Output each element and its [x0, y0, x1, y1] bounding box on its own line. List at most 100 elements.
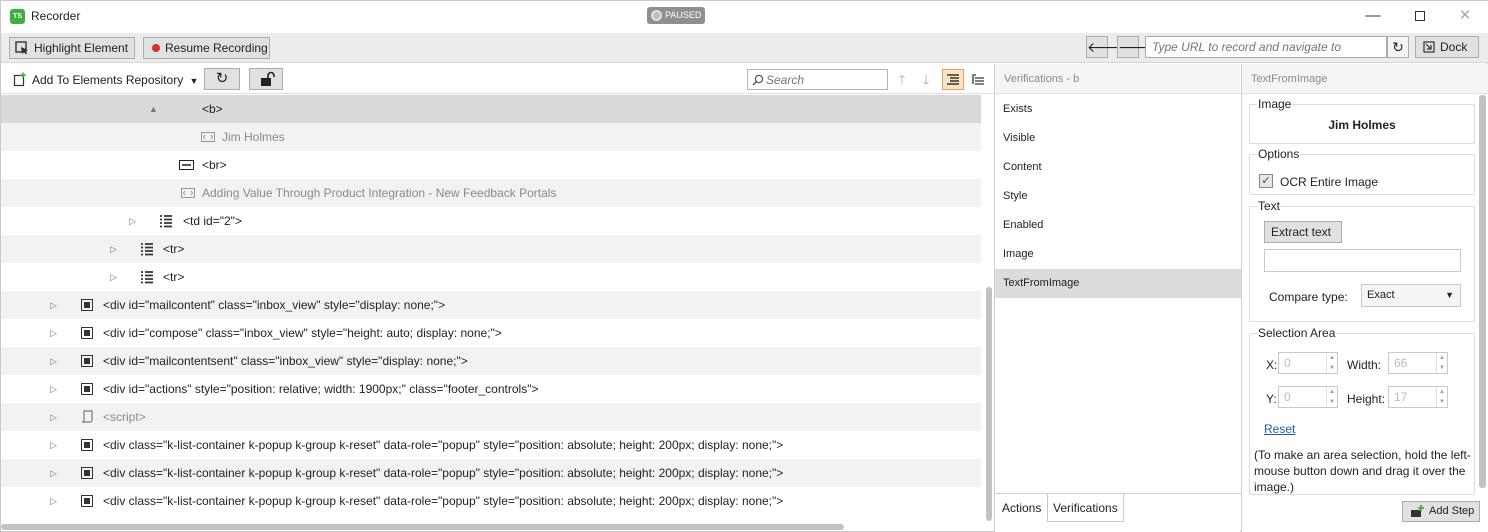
tree-row[interactable]: ▷ <div id="mailcontent" class="inbox_vie… [1, 291, 981, 319]
minimize-icon[interactable]: — [1350, 1, 1396, 31]
verification-exists[interactable]: Exists [995, 95, 1241, 124]
x-spinner-icon[interactable]: ▲ ▼ [1326, 353, 1337, 373]
tab-actions[interactable]: Actions [997, 494, 1046, 522]
app-logo: TS [10, 9, 25, 24]
tree-row[interactable]: ▷ <div class="k-list-container k-popup k… [1, 487, 981, 515]
resume-recording-button[interactable]: Resume Recording [143, 37, 270, 59]
paused-indicator-icon [651, 10, 662, 21]
refresh-tree-button[interactable]: ↻ [204, 68, 240, 90]
tree-vertical-scrollbar[interactable] [986, 287, 992, 521]
url-input[interactable] [1146, 37, 1386, 57]
verification-content[interactable]: Content [995, 153, 1241, 182]
compare-type-label: Compare type: [1269, 290, 1348, 304]
tree-row[interactable]: ▷ <td id="2"> [1, 207, 981, 235]
extract-text-button[interactable]: Extract text [1264, 221, 1342, 243]
expand-icon[interactable]: ▷ [50, 431, 57, 459]
recorder-window: TS Recorder — ✕ Highlight Element Resume… [0, 0, 1488, 532]
expand-icon[interactable]: ▷ [50, 459, 57, 487]
tree-row[interactable]: ▷ <div class="k-list-container k-popup k… [1, 459, 981, 487]
compare-type-select[interactable]: Exact ▼ [1361, 284, 1461, 307]
height-input[interactable]: 17 ▲ ▼ [1388, 386, 1448, 408]
x-label: X: [1266, 358, 1278, 372]
tree-row[interactable]: ▷ <tr> [1, 235, 981, 263]
highlight-cursor-icon [15, 41, 28, 55]
tree-view-toggle[interactable] [942, 69, 964, 90]
tree-horizontal-scrollbar[interactable] [1, 524, 844, 530]
add-step-button[interactable]: Add Step [1402, 501, 1480, 522]
arrow-down-icon: 🡓 [922, 72, 930, 87]
close-icon[interactable]: ✕ [1442, 1, 1488, 31]
tree-row[interactable]: <br> [1, 151, 981, 179]
tab-verifications[interactable]: Verifications [1047, 494, 1124, 522]
search-icon [752, 74, 764, 86]
search-next-button[interactable]: 🡓 [917, 70, 935, 90]
tree-row[interactable]: ▷ <div id="compose" class="inbox_view" s… [1, 319, 981, 347]
add-to-repository-button[interactable]: Add To Elements Repository ▼ [13, 70, 198, 90]
table-row-icon [141, 243, 153, 256]
collapse-icon[interactable]: ▲ [149, 95, 158, 123]
dock-button[interactable]: Dock [1415, 36, 1479, 58]
height-label: Height: [1347, 392, 1386, 406]
maximize-icon[interactable] [1397, 1, 1443, 31]
expand-icon[interactable]: ▷ [50, 403, 57, 431]
height-spinner-icon[interactable]: ▲ ▼ [1436, 387, 1447, 407]
details-title: TextFromImage [1242, 64, 1488, 94]
forward-button[interactable]: 🡒 [1117, 36, 1156, 58]
dom-tree: ▲ <b> Jim Holmes <br> Adding Value Throu… [1, 95, 981, 523]
tree-row[interactable]: ▷ <div id="actions" style="position: rel… [1, 375, 981, 403]
tree-row[interactable]: ▲ <b> [1, 95, 981, 123]
div-element-icon [81, 327, 93, 339]
expand-icon[interactable]: ▷ [50, 319, 57, 347]
highlight-element-button[interactable]: Highlight Element [9, 37, 135, 59]
verification-enabled[interactable]: Enabled [995, 211, 1241, 240]
tree-row[interactable]: Adding Value Through Product Integration… [1, 179, 981, 207]
y-value: 0 [1284, 390, 1291, 404]
width-input[interactable]: 66 ▲ ▼ [1388, 352, 1448, 374]
width-spinner-icon[interactable]: ▲ ▼ [1436, 353, 1447, 373]
verification-visible[interactable]: Visible [995, 124, 1241, 153]
expand-icon[interactable]: ▷ [110, 235, 117, 263]
expand-icon[interactable]: ▷ [129, 207, 136, 235]
tree-row-label: <div class="k-list-container k-popup k-g… [103, 494, 784, 508]
verification-textfromimage[interactable]: TextFromImage [995, 269, 1241, 298]
tree-row-label: Jim Holmes [222, 130, 285, 144]
expand-icon[interactable]: ▷ [50, 375, 57, 403]
dock-label: Dock [1440, 40, 1468, 54]
tree-row[interactable]: Jim Holmes [1, 123, 981, 151]
back-button[interactable]: 🡐 [1086, 36, 1125, 58]
tree-row-label: <tr> [163, 242, 185, 256]
search-input[interactable] [748, 70, 887, 89]
search-previous-button[interactable]: 🡑 [893, 70, 911, 90]
div-element-icon [81, 383, 93, 395]
resume-recording-label: Resume Recording [165, 41, 268, 55]
image-preview-text: Jim Holmes [1328, 118, 1396, 132]
details-scrollbar[interactable] [1479, 95, 1486, 488]
refresh-icon: ↻ [1392, 39, 1404, 55]
expand-icon[interactable]: ▷ [110, 263, 117, 291]
verification-style[interactable]: Style [995, 182, 1241, 211]
tree-row-label: <td id="2"> [183, 214, 242, 228]
y-spinner-icon[interactable]: ▲ ▼ [1326, 387, 1337, 407]
reset-link[interactable]: Reset [1264, 422, 1295, 436]
text-node-icon [181, 188, 195, 198]
tree-row[interactable]: ▷ <tr> [1, 263, 981, 291]
x-input[interactable]: 0 ▲ ▼ [1278, 352, 1338, 374]
ocr-checkbox[interactable]: ✓ [1259, 174, 1273, 188]
tree-row[interactable]: ▷ <div class="k-list-container k-popup k… [1, 431, 981, 459]
add-element-icon [13, 72, 26, 87]
tree-row[interactable]: ▷ <script> [1, 403, 981, 431]
expand-icon[interactable]: ▷ [50, 487, 57, 515]
ocr-label: OCR Entire Image [1280, 175, 1379, 189]
outline-view-icon [972, 74, 984, 85]
div-element-icon [81, 495, 93, 507]
verification-image[interactable]: Image [995, 240, 1241, 269]
lock-button[interactable] [249, 68, 283, 90]
expand-icon[interactable]: ▷ [50, 291, 57, 319]
extracted-text-field[interactable] [1264, 249, 1461, 272]
outline-view-toggle[interactable] [968, 70, 988, 90]
tree-row[interactable]: ▷ <div id="mailcontentsent" class="inbox… [1, 347, 981, 375]
y-input[interactable]: 0 ▲ ▼ [1278, 386, 1338, 408]
expand-icon[interactable]: ▷ [50, 347, 57, 375]
unlock-icon [261, 71, 275, 86]
refresh-button[interactable]: ↻ [1387, 36, 1409, 58]
